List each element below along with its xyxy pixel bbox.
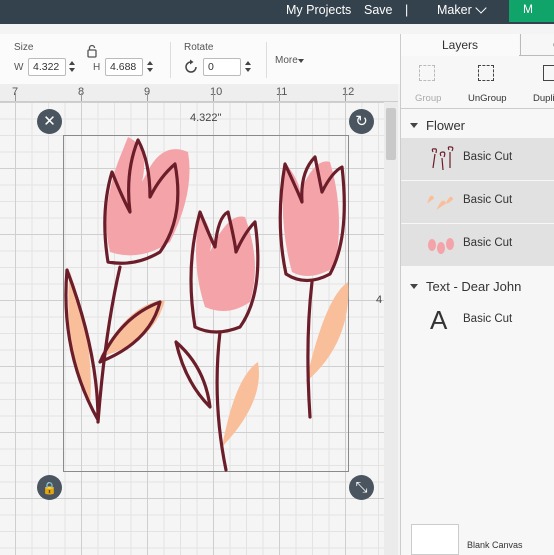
save-button[interactable]: Save <box>364 3 393 17</box>
toolbar-divider <box>266 42 267 78</box>
top-separator: | <box>405 3 409 17</box>
layer-item[interactable]: Basic Cut <box>401 224 554 266</box>
duplicate-icon <box>543 65 554 81</box>
ruler-mark: 11 <box>276 86 288 98</box>
ungroup-button[interactable]: UnGroup <box>468 93 507 104</box>
ungroup-icon <box>478 65 494 81</box>
layer-label: Basic Cut <box>463 194 513 206</box>
layer-thumbnail <box>431 146 454 171</box>
duplicate-button[interactable]: Dupli <box>533 93 554 104</box>
layer-thumbnail <box>427 195 454 210</box>
rotate-icon[interactable] <box>183 59 199 75</box>
layer-label: Basic Cut <box>463 237 513 249</box>
blank-canvas-label: Blank Canvas <box>467 540 523 550</box>
layer-label: Basic Cut <box>463 313 513 325</box>
group-name: Text - Dear John <box>426 279 522 294</box>
resize-arrows-icon: ⤡ <box>355 479 368 496</box>
layer-item[interactable]: Basic Cut <box>401 138 554 180</box>
tab-layers[interactable]: Layers <box>401 34 519 56</box>
group-icon <box>419 65 435 81</box>
scrollbar-thumb[interactable] <box>386 108 396 160</box>
layer-group-flower[interactable]: Flower <box>401 116 554 138</box>
layer-item[interactable]: Basic Cut <box>401 181 554 223</box>
layer-label: Basic Cut <box>463 151 513 163</box>
design-canvas[interactable]: 4.322" 4 ✕ ↻ 🔒 ⤡ <box>0 102 384 555</box>
rotate-label: Rotate <box>184 42 214 53</box>
ruler-mark: 10 <box>210 86 223 98</box>
tab-color-sync[interactable]: C <box>520 34 554 56</box>
ruler-mark: 12 <box>342 86 355 98</box>
width-input[interactable]: 4.322 <box>28 58 66 76</box>
group-name: Flower <box>426 118 466 133</box>
resize-handle[interactable]: ⤡ <box>349 475 374 500</box>
text-layer-icon: A <box>430 305 448 335</box>
machine-selector[interactable]: Maker <box>437 3 472 17</box>
layer-thumbnail <box>428 238 454 254</box>
make-button[interactable]: M <box>509 0 554 22</box>
rotate-icon: ↻ <box>355 113 368 130</box>
vertical-scrollbar[interactable] <box>384 102 398 555</box>
toolbar-divider <box>170 42 171 78</box>
blank-canvas-swatch[interactable] <box>411 524 459 555</box>
rotate-input[interactable]: 0 <box>203 58 241 76</box>
horizontal-ruler: 7 8 9 10 11 12 <box>0 84 398 102</box>
caret-down-icon[interactable] <box>410 123 418 128</box>
group-button[interactable]: Group <box>415 93 441 104</box>
width-stepper[interactable] <box>68 59 76 75</box>
lock-icon[interactable] <box>86 44 98 58</box>
height-label: H <box>93 62 101 73</box>
chevron-down-icon[interactable] <box>475 2 487 14</box>
layers-panel: Layers C Group UnGroup Dupli Flower Basi… <box>400 34 554 555</box>
my-projects-link[interactable]: My Projects <box>286 3 351 17</box>
delete-handle[interactable]: ✕ <box>37 109 62 134</box>
top-bar: My Projects Save | Maker M <box>0 0 554 24</box>
close-icon: ✕ <box>43 113 56 130</box>
caret-down-icon[interactable] <box>298 59 304 63</box>
lock-handle[interactable]: 🔒 <box>37 475 62 500</box>
height-stepper[interactable] <box>146 59 154 75</box>
rotate-stepper[interactable] <box>244 59 252 75</box>
rotate-handle[interactable]: ↻ <box>349 109 374 134</box>
layer-group-text[interactable]: Text - Dear John <box>401 277 554 299</box>
size-label: Size <box>14 42 34 53</box>
height-input[interactable]: 4.688 <box>105 58 143 76</box>
layer-actions: Group UnGroup Dupli <box>401 57 554 109</box>
lock-icon: 🔒 <box>42 481 57 495</box>
more-menu[interactable]: More <box>275 55 298 66</box>
width-label: W <box>14 62 24 73</box>
panel-tabs: Layers C <box>401 34 554 56</box>
caret-down-icon[interactable] <box>410 284 418 289</box>
layer-item[interactable]: A Basic Cut <box>401 300 554 342</box>
